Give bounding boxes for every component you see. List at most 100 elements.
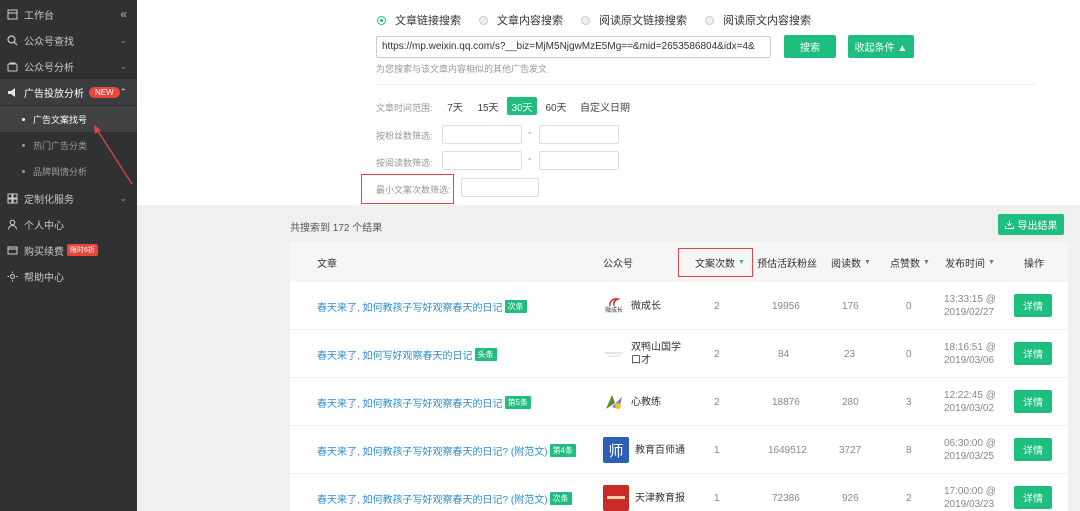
sidebar-item-label: 公众号查找 [24,36,74,48]
help-icon [6,270,18,282]
account-cell[interactable]: 天津教育报 [603,474,685,511]
likes-cell: 8 [906,444,912,456]
detail-button[interactable]: 详情 [1014,342,1052,365]
account-cell[interactable]: 心教练 [603,378,661,426]
fans-cell: 18876 [772,396,800,408]
export-button[interactable]: 导出结果 [998,214,1064,235]
header-published[interactable]: 发布时间 ▼ [945,242,995,282]
fans-cell: 72386 [772,492,800,504]
search-mode-readmore-content[interactable]: 阅读原文内容搜索 [705,12,811,28]
sidebar-item-help[interactable]: 帮助中心 [0,263,137,289]
sidebar-item-custom-service[interactable]: 定制化服务 ⌄ [0,185,137,211]
account-name: 教育百师通 [635,444,685,456]
range-dash: - [528,154,532,165]
account-cell[interactable]: 师 教育百师通 [603,426,685,474]
account-avatar: 师 [603,437,629,463]
published-date: 2019/03/06 [944,355,995,366]
radio-selected-icon [377,15,386,25]
sidebar-item-account-search[interactable]: 公众号查找 ⌄ [0,27,137,53]
detail-button[interactable]: 详情 [1014,390,1052,413]
min-copies-input[interactable] [461,178,539,197]
time-range-label: 文章时间范围: [376,103,433,113]
header-label: 阅读数 [831,258,861,270]
chevron-down-icon: ⌄ [119,34,127,45]
sidebar-item-personal-center[interactable]: 个人中心 [0,211,137,237]
copies-cell: 2 [714,348,720,360]
published-time: 18:16:51 @ [944,342,996,353]
search-mode-label: 文章内容搜索 [497,15,563,27]
account-avatar [603,485,629,511]
reads-min-input[interactable] [442,151,522,170]
header-likes[interactable]: 点赞数 ▼ [890,242,930,282]
reads-cell: 176 [842,300,859,312]
sidebar-item-label: 广告投放分析 [24,88,84,100]
account-avatar: 微成长 [603,295,625,317]
search-mode-article-link[interactable]: 文章链接搜索 [377,12,461,28]
table-row: 春天来了, 如何教孩子写好观察春天的日记? (附范文) 第4条 师 教育百师通 … [290,426,1068,474]
position-tag: 次条 [549,491,572,505]
article-title-link[interactable]: 春天来了, 如何写好观察春天的日记 头条 [317,330,497,378]
sidebar-item-label: 购买续费 [24,246,64,258]
sort-down-icon: ▼ [988,258,995,266]
account-name: 微成长 [631,300,661,312]
article-title-link[interactable]: 春天来了, 如何教孩子写好观察春天的日记? (附范文) 第4条 [317,426,577,474]
fans-cell: 84 [778,348,790,360]
bullet-icon [22,169,25,173]
published-time: 06:30:00 @ [944,438,996,449]
article-title[interactable]: 春天来了, 如何教孩子写好观察春天的日记 [317,395,503,410]
search-mode-article-content[interactable]: 文章内容搜索 [479,12,563,28]
collapse-filters-button[interactable]: 收起条件 ▲ [848,35,914,58]
published-time: 13:33:15 @ [944,294,996,305]
article-title[interactable]: 春天来了, 如何写好观察春天的日记 [317,347,473,362]
copies-cell: 2 [714,396,720,408]
article-url-input[interactable]: https://mp.weixin.qq.com/s?__biz=MjM5Njg… [376,36,771,58]
copies-cell: 1 [714,444,720,456]
article-title-link[interactable]: 春天来了, 如何教孩子写好观察春天的日记? (附范文) 次条 [317,474,572,511]
detail-button[interactable]: 详情 [1014,486,1052,509]
export-label: 导出结果 [1017,221,1058,232]
account-cell[interactable]: 微成长 微成长 [603,282,661,330]
header-action: 操作 [1024,258,1044,270]
position-tag: 第5条 [504,395,532,409]
sidebar-item-account-analysis[interactable]: 公众号分析 ⌄ [0,53,137,79]
account-name-line2: 口才 [631,355,651,366]
detail-button[interactable]: 详情 [1014,294,1052,317]
article-title-link[interactable]: 春天来了, 如何教孩子写好观察春天的日记 次条 [317,282,527,330]
annotation-arrow [94,125,133,185]
article-title[interactable]: 春天来了, 如何教孩子写好观察春天的日记 [317,299,503,314]
new-badge: NEW [89,86,120,98]
account-cell[interactable]: 双鸭山国学 口才 [603,330,681,378]
reads-cell: 280 [842,396,859,408]
fans-max-input[interactable] [539,125,619,144]
time-option-7d[interactable]: 7天 [442,97,468,115]
fans-min-input[interactable] [442,125,522,144]
time-option-custom[interactable]: 自定义日期 [577,97,633,115]
header-reads[interactable]: 阅读数 ▼ [831,242,871,282]
time-option-15d[interactable]: 15天 [473,97,503,115]
time-option-60d[interactable]: 60天 [541,97,571,115]
reads-max-input[interactable] [539,151,619,170]
header-account: 公众号 [603,258,633,270]
sidebar-item-purchase[interactable]: 购买续费 限时6折 [0,237,137,263]
result-count: 共搜索到 172 个结果 [290,223,383,234]
sidebar-item-ad-analysis[interactable]: 广告投放分析 NEW ⌃ [0,79,137,105]
article-title[interactable]: 春天来了, 如何教孩子写好观察春天的日记? (附范文) [317,491,548,506]
header-label: 发布时间 [945,258,985,270]
detail-button[interactable]: 详情 [1014,438,1052,461]
search-button[interactable]: 搜索 [784,35,836,58]
search-mode-readmore-link[interactable]: 阅读原文链接搜索 [581,12,687,28]
account-name-line1: 双鸭山国学 [631,342,681,353]
article-title-link[interactable]: 春天来了, 如何教孩子写好观察春天的日记 第5条 [317,378,532,426]
published-date: 2019/03/02 [944,403,995,414]
search-mode-label: 文章链接搜索 [395,15,461,27]
time-option-30d[interactable]: 30天 [507,97,537,115]
reads-cell: 23 [844,348,856,360]
sidebar-item-workbench[interactable]: 工作台 « [0,1,137,27]
search-mode-label: 阅读原文链接搜索 [599,15,687,27]
collapse-sidebar-icon[interactable]: « [120,7,127,21]
copies-cell: 1 [714,492,720,504]
account-avatar [603,343,625,365]
article-title[interactable]: 春天来了, 如何教孩子写好观察春天的日记? (附范文) [317,443,548,458]
published-time: 17:00:00 @ [944,486,996,497]
ad-icon [6,86,18,98]
